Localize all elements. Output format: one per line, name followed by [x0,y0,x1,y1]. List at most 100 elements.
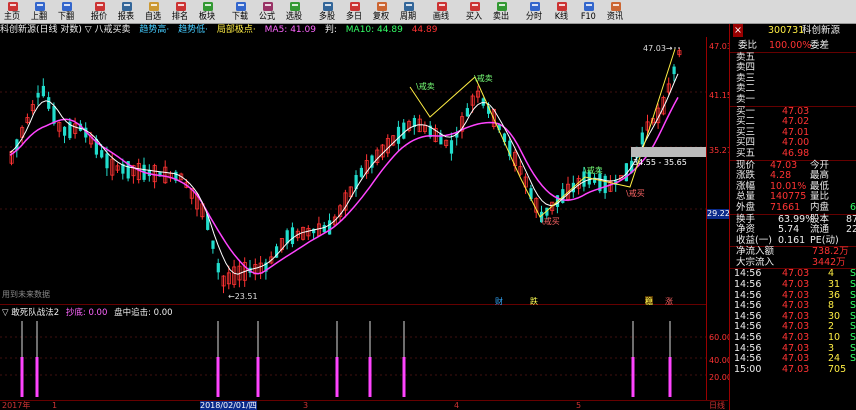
draw-line-icon [436,2,447,11]
sector-icon [202,2,213,11]
toolbar-button-ranking[interactable]: 排名 [168,0,193,24]
candlestick [359,165,363,179]
indicator-bar [20,357,24,397]
candlestick [36,85,40,106]
trade-side: S [850,353,856,365]
toolbar-button-intraday[interactable]: 分时 [522,0,547,24]
indicator-title[interactable]: ▽ 敢死队战法2 [2,308,59,318]
candlestick [216,258,220,280]
indicator-chart[interactable] [0,305,706,400]
toolbar-button-sell[interactable]: 卖出 [489,0,514,24]
range-highlight [631,147,707,157]
close-icon[interactable]: × [733,24,743,37]
toolbar-button-stock-picker[interactable]: 选股 [282,0,307,24]
extra-value: 44.89 [411,25,438,35]
sell-signal-label: \戒卖 [474,74,493,83]
order-diff-label: 委差 [810,40,830,51]
toolbar-button-buy[interactable]: 买入 [462,0,487,24]
ma10-legend: MA10: 44.89 [345,25,403,35]
candlestick [608,175,613,193]
toolbar-button-page-down[interactable]: 下翻 [54,0,79,24]
toolbar-button-home[interactable]: 主页 [0,0,25,24]
date-tick: 2018/02/01/四 [200,401,257,410]
high-price-label: 47.03→ [643,44,673,53]
candlestick [439,129,443,145]
toolbar-button-multi-day[interactable]: 多日 [342,0,367,24]
toolbar-button-page-up[interactable]: 上翻 [27,0,52,24]
multi-day-icon [349,2,360,11]
candlestick [385,134,390,158]
news-icon [610,2,621,11]
price-axis: 47.03 41.15 35.27 29.22 [706,37,732,305]
candlestick [465,103,469,117]
local-pivot-legend: 局部极点· [216,25,256,35]
stock-code: 300731 [768,25,805,36]
toolbar-button-adjust[interactable]: 复权 [369,0,394,24]
indicator-bar [668,357,672,397]
candlestick [402,119,406,140]
indicator-metric-value: 0.00 [88,308,108,318]
stat-value: 0.161 [778,234,806,246]
toolbar-button-label: 选股 [286,12,303,22]
toolbar-button-news[interactable]: 资讯 [603,0,628,24]
quote-stats-secondary: 换手 63.99% 股本 87 净资 5.74 流通 22 收益(一) 0.161 PE(动) [730,213,856,247]
trend-high-legend: 趋势高· [139,25,170,35]
sell-signal-label: \戒卖 [416,82,435,91]
candlestick [152,163,157,189]
toolbar-button-label: 排名 [172,12,189,22]
low-price-value: 23.51 [234,292,258,301]
tick-trades[interactable]: 14:56 47.03 4 S 14:56 47.03 31 S 14:56 47.03 36 S 14… [730,268,856,375]
quote-stats: 现价 47.03 今开 涨跌 4.28 最高 涨幅 10.01% 最低 总量 140775 量比 外盘 7… [730,159,856,214]
candlestick [306,225,311,240]
toolbar-button-report[interactable]: 报表 [114,0,139,24]
toolbar-button-kline[interactable]: K线 [549,0,574,24]
candlestick [407,119,412,133]
indicator-axis: 60.00 40.00 20.00 [706,305,732,400]
indicator-bar [368,357,372,397]
toolbar-button-label: 买入 [466,12,483,22]
indicator-pane[interactable]: ▽ 敢死队战法2 抄底: 0.00 盘中追击: 0.00 [0,305,706,400]
toolbar-button-download[interactable]: 下载 [228,0,253,24]
toolbar-button-label: 多日 [346,12,363,22]
toolbar-button-period[interactable]: 周期 [396,0,421,24]
kline-chart-pane[interactable]: 用到未来数据 ←23.51 47.03→ 34.55 - 35.65 财 跌 稳… [0,37,707,307]
candlestick [253,258,258,281]
ma-line-white [9,73,679,275]
toolbar-button-label: 公式 [259,12,276,22]
toolbar-button-watchlist[interactable]: 自选 [141,0,166,24]
toolbar-button-multi-stock[interactable]: 多股 [315,0,340,24]
stat-row: 外盘 71661 内盘 6 [730,202,856,214]
candlestick [343,189,348,218]
bid-price: 46.98 [782,147,810,159]
sell-signal-label: \戒卖 [584,166,603,175]
toolbar-button-draw-line[interactable]: 画线 [429,0,454,24]
date-tick: 5 [576,401,582,410]
stock-header[interactable]: × 300731 科创新源 [730,24,856,37]
toolbar-button-label: 上翻 [31,12,48,22]
stock-name: 科创新源 [802,25,841,36]
quote-icon [94,2,105,11]
candlestick [566,176,571,202]
indicator-bar [256,357,260,397]
candlestick [63,126,67,144]
toolbar-button-f10[interactable]: F10 [576,0,601,24]
line-legend: 判: [324,25,337,35]
quote-sidebar: × 300731 科创新源 委比 100.00% 委差 卖五 卖四 卖三 卖二 卖一 买… [729,24,856,410]
trend-low-legend: 趋势低· [178,25,209,35]
date-tick: 3 [303,401,309,410]
toolbar-button-label: K线 [554,12,569,22]
toolbar-button-label: 复权 [373,12,390,22]
toolbar-button-sector[interactable]: 板块 [195,0,220,24]
indicator-metric2: 盘中追击: 0.00 [114,308,173,318]
stat-label: 收益(一) [736,234,772,246]
ma5-legend: MA5: 41.09 [264,25,316,35]
toolbar-button-label: F10 [581,12,596,22]
trade-price: 47.03 [782,363,810,375]
candlestick [57,121,62,138]
toolbar-button-quote[interactable]: 报价 [87,0,112,24]
indicator-bar [631,357,635,397]
chart-title[interactable]: 科创新源(日线 对数) ▽ 八戒买卖 [0,25,131,35]
date-tick: 4 [454,401,460,410]
page-up-icon [34,2,45,11]
toolbar-button-formula[interactable]: 公式 [255,0,280,24]
